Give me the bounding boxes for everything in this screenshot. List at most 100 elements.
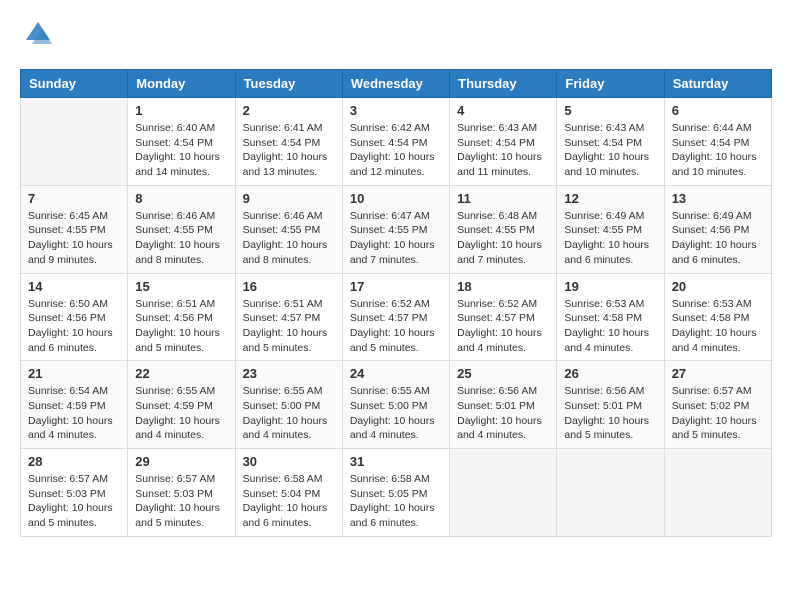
day-info: Sunrise: 6:55 AM Sunset: 4:59 PM Dayligh… bbox=[135, 384, 227, 443]
day-number: 21 bbox=[28, 366, 120, 381]
calendar-cell: 4 Sunrise: 6:43 AM Sunset: 4:54 PM Daylig… bbox=[450, 98, 557, 186]
day-info: Sunrise: 6:50 AM Sunset: 4:56 PM Dayligh… bbox=[28, 297, 120, 356]
day-info: Sunrise: 6:56 AM Sunset: 5:01 PM Dayligh… bbox=[564, 384, 656, 443]
day-number: 14 bbox=[28, 279, 120, 294]
calendar-cell bbox=[21, 98, 128, 186]
day-info: Sunrise: 6:42 AM Sunset: 4:54 PM Dayligh… bbox=[350, 121, 442, 180]
calendar-week-5: 28 Sunrise: 6:57 AM Sunset: 5:03 PM Dayli… bbox=[21, 449, 772, 537]
calendar-cell: 31 Sunrise: 6:58 AM Sunset: 5:05 PM Dayli… bbox=[342, 449, 449, 537]
day-number: 26 bbox=[564, 366, 656, 381]
column-header-thursday: Thursday bbox=[450, 70, 557, 98]
calendar-cell: 17Sunrise: 6:52 AM Sunset: 4:57 PM Dayli… bbox=[342, 273, 449, 361]
day-info: Sunrise: 6:43 AM Sunset: 4:54 PM Dayligh… bbox=[457, 121, 549, 180]
calendar-cell: 28 Sunrise: 6:57 AM Sunset: 5:03 PM Dayli… bbox=[21, 449, 128, 537]
calendar-cell bbox=[557, 449, 664, 537]
calendar-cell: 12 Sunrise: 6:49 AM Sunset: 4:55 PM Dayli… bbox=[557, 185, 664, 273]
logo-icon bbox=[24, 20, 52, 53]
day-number: 12 bbox=[564, 191, 656, 206]
day-number: 15 bbox=[135, 279, 227, 294]
day-number: 28 bbox=[28, 454, 120, 469]
day-number: 30 bbox=[243, 454, 335, 469]
calendar-cell: 8 Sunrise: 6:46 AM Sunset: 4:55 PM Daylig… bbox=[128, 185, 235, 273]
day-info: Sunrise: 6:51 AM Sunset: 4:57 PM Dayligh… bbox=[243, 297, 335, 356]
day-info: Sunrise: 6:57 AM Sunset: 5:03 PM Dayligh… bbox=[28, 472, 120, 531]
calendar-week-3: 14 Sunrise: 6:50 AM Sunset: 4:56 PM Dayli… bbox=[21, 273, 772, 361]
day-number: 20 bbox=[672, 279, 764, 294]
calendar-cell: 5 Sunrise: 6:43 AM Sunset: 4:54 PM Daylig… bbox=[557, 98, 664, 186]
day-info: Sunrise: 6:55 AM Sunset: 5:00 PM Dayligh… bbox=[350, 384, 442, 443]
day-number: 22 bbox=[135, 366, 227, 381]
day-number: 23 bbox=[243, 366, 335, 381]
day-number: 7 bbox=[28, 191, 120, 206]
day-info: Sunrise: 6:44 AM Sunset: 4:54 PM Dayligh… bbox=[672, 121, 764, 180]
calendar-cell: 2 Sunrise: 6:41 AM Sunset: 4:54 PM Daylig… bbox=[235, 98, 342, 186]
day-info: Sunrise: 6:46 AM Sunset: 4:55 PM Dayligh… bbox=[135, 209, 227, 268]
day-number: 5 bbox=[564, 103, 656, 118]
day-info: Sunrise: 6:53 AM Sunset: 4:58 PM Dayligh… bbox=[564, 297, 656, 356]
calendar-header-row: SundayMondayTuesdayWednesdayThursdayFrid… bbox=[21, 70, 772, 98]
day-info: Sunrise: 6:52 AM Sunset: 4:57 PM Dayligh… bbox=[457, 297, 549, 356]
calendar-cell: 14 Sunrise: 6:50 AM Sunset: 4:56 PM Dayli… bbox=[21, 273, 128, 361]
day-info: Sunrise: 6:57 AM Sunset: 5:03 PM Dayligh… bbox=[135, 472, 227, 531]
day-number: 16 bbox=[243, 279, 335, 294]
calendar-cell: 6 Sunrise: 6:44 AM Sunset: 4:54 PM Daylig… bbox=[664, 98, 771, 186]
column-header-monday: Monday bbox=[128, 70, 235, 98]
day-info: Sunrise: 6:52 AM Sunset: 4:57 PM Dayligh… bbox=[350, 297, 442, 356]
calendar-cell: 30 Sunrise: 6:58 AM Sunset: 5:04 PM Dayli… bbox=[235, 449, 342, 537]
day-info: Sunrise: 6:48 AM Sunset: 4:55 PM Dayligh… bbox=[457, 209, 549, 268]
day-info: Sunrise: 6:56 AM Sunset: 5:01 PM Dayligh… bbox=[457, 384, 549, 443]
page-header bbox=[20, 20, 772, 53]
calendar-cell: 24 Sunrise: 6:55 AM Sunset: 5:00 PM Dayli… bbox=[342, 361, 449, 449]
day-number: 25 bbox=[457, 366, 549, 381]
day-info: Sunrise: 6:58 AM Sunset: 5:05 PM Dayligh… bbox=[350, 472, 442, 531]
calendar-cell: 27Sunrise: 6:57 AM Sunset: 5:02 PM Dayli… bbox=[664, 361, 771, 449]
day-info: Sunrise: 6:49 AM Sunset: 4:55 PM Dayligh… bbox=[564, 209, 656, 268]
day-number: 3 bbox=[350, 103, 442, 118]
calendar-cell: 11 Sunrise: 6:48 AM Sunset: 4:55 PM Dayli… bbox=[450, 185, 557, 273]
calendar-cell: 23 Sunrise: 6:55 AM Sunset: 5:00 PM Dayli… bbox=[235, 361, 342, 449]
calendar-cell: 21Sunrise: 6:54 AM Sunset: 4:59 PM Dayli… bbox=[21, 361, 128, 449]
calendar-cell: 29 Sunrise: 6:57 AM Sunset: 5:03 PM Dayli… bbox=[128, 449, 235, 537]
day-number: 13 bbox=[672, 191, 764, 206]
day-number: 11 bbox=[457, 191, 549, 206]
day-info: Sunrise: 6:58 AM Sunset: 5:04 PM Dayligh… bbox=[243, 472, 335, 531]
day-number: 24 bbox=[350, 366, 442, 381]
day-info: Sunrise: 6:51 AM Sunset: 4:56 PM Dayligh… bbox=[135, 297, 227, 356]
day-number: 2 bbox=[243, 103, 335, 118]
day-info: Sunrise: 6:46 AM Sunset: 4:55 PM Dayligh… bbox=[243, 209, 335, 268]
day-info: Sunrise: 6:57 AM Sunset: 5:02 PM Dayligh… bbox=[672, 384, 764, 443]
column-header-friday: Friday bbox=[557, 70, 664, 98]
calendar-cell: 13 Sunrise: 6:49 AM Sunset: 4:56 PM Dayli… bbox=[664, 185, 771, 273]
day-number: 31 bbox=[350, 454, 442, 469]
calendar-week-1: 1Sunrise: 6:40 AM Sunset: 4:54 PM Daylig… bbox=[21, 98, 772, 186]
calendar-week-4: 21Sunrise: 6:54 AM Sunset: 4:59 PM Dayli… bbox=[21, 361, 772, 449]
day-info: Sunrise: 6:49 AM Sunset: 4:56 PM Dayligh… bbox=[672, 209, 764, 268]
calendar-cell: 10Sunrise: 6:47 AM Sunset: 4:55 PM Dayli… bbox=[342, 185, 449, 273]
day-number: 6 bbox=[672, 103, 764, 118]
calendar-cell: 26 Sunrise: 6:56 AM Sunset: 5:01 PM Dayli… bbox=[557, 361, 664, 449]
calendar-cell bbox=[450, 449, 557, 537]
column-header-sunday: Sunday bbox=[21, 70, 128, 98]
calendar-cell: 22 Sunrise: 6:55 AM Sunset: 4:59 PM Dayli… bbox=[128, 361, 235, 449]
calendar-cell: 25 Sunrise: 6:56 AM Sunset: 5:01 PM Dayli… bbox=[450, 361, 557, 449]
calendar-cell: 1Sunrise: 6:40 AM Sunset: 4:54 PM Daylig… bbox=[128, 98, 235, 186]
day-number: 4 bbox=[457, 103, 549, 118]
calendar-week-2: 7 Sunrise: 6:45 AM Sunset: 4:55 PM Daylig… bbox=[21, 185, 772, 273]
day-number: 29 bbox=[135, 454, 227, 469]
day-number: 9 bbox=[243, 191, 335, 206]
day-number: 10 bbox=[350, 191, 442, 206]
day-number: 19 bbox=[564, 279, 656, 294]
calendar-table: SundayMondayTuesdayWednesdayThursdayFrid… bbox=[20, 69, 772, 537]
day-info: Sunrise: 6:55 AM Sunset: 5:00 PM Dayligh… bbox=[243, 384, 335, 443]
calendar-cell: 19 Sunrise: 6:53 AM Sunset: 4:58 PM Dayli… bbox=[557, 273, 664, 361]
column-header-wednesday: Wednesday bbox=[342, 70, 449, 98]
calendar-cell: 9 Sunrise: 6:46 AM Sunset: 4:55 PM Daylig… bbox=[235, 185, 342, 273]
day-number: 8 bbox=[135, 191, 227, 206]
day-number: 18 bbox=[457, 279, 549, 294]
calendar-cell: 3 Sunrise: 6:42 AM Sunset: 4:54 PM Daylig… bbox=[342, 98, 449, 186]
day-info: Sunrise: 6:41 AM Sunset: 4:54 PM Dayligh… bbox=[243, 121, 335, 180]
day-info: Sunrise: 6:40 AM Sunset: 4:54 PM Dayligh… bbox=[135, 121, 227, 180]
day-info: Sunrise: 6:45 AM Sunset: 4:55 PM Dayligh… bbox=[28, 209, 120, 268]
day-info: Sunrise: 6:43 AM Sunset: 4:54 PM Dayligh… bbox=[564, 121, 656, 180]
logo bbox=[20, 20, 52, 53]
